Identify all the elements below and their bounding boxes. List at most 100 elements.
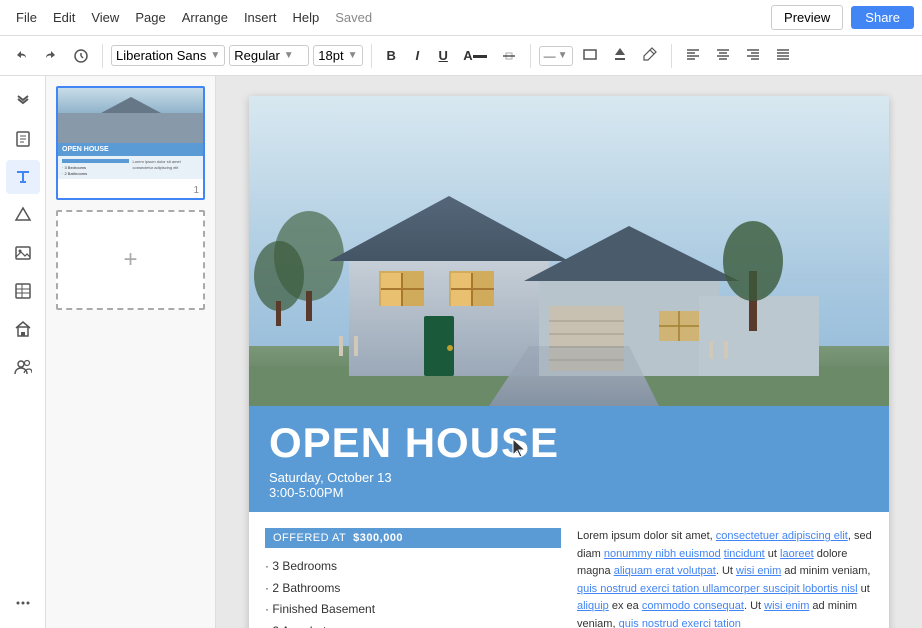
thumb-lower: · 3 Bedrooms· 2 Bathrooms Lorem ipsum do… bbox=[58, 156, 203, 179]
features-list: · 3 Bedrooms · 2 Bathrooms · Finished Ba… bbox=[265, 556, 561, 628]
italic-button[interactable]: I bbox=[406, 45, 428, 66]
expand-panel-button[interactable] bbox=[6, 84, 40, 118]
undo-button[interactable] bbox=[8, 45, 34, 67]
pen-button[interactable] bbox=[637, 44, 663, 67]
link-nonummy[interactable]: nonummy nibh euismod bbox=[604, 548, 721, 560]
font-family-select[interactable]: Liberation Sans ▼ bbox=[111, 45, 225, 66]
history-button[interactable] bbox=[68, 45, 94, 67]
align-center-button[interactable] bbox=[710, 43, 736, 68]
feature-4: · 2 Acre Lot bbox=[265, 621, 561, 628]
link-quis[interactable]: quis nostrud exerci tation ullamcorper s… bbox=[577, 583, 858, 595]
people-panel-button[interactable] bbox=[6, 350, 40, 384]
font-size-value: 18pt bbox=[318, 48, 343, 63]
lower-right: Lorem ipsum dolor sit amet, consectetuer… bbox=[577, 528, 873, 628]
link-aliquam[interactable]: aliquam erat volutpat bbox=[614, 565, 716, 577]
font-style-arrow: ▼ bbox=[284, 50, 294, 61]
font-style-value: Regular bbox=[234, 48, 280, 63]
link-tincidunt[interactable]: tincidunt bbox=[724, 548, 765, 560]
separator-1 bbox=[102, 44, 103, 68]
text-color-label: A bbox=[463, 48, 472, 63]
offered-bar: OFFERED AT $300,000 bbox=[265, 528, 561, 548]
menu-arrange[interactable]: Arrange bbox=[174, 6, 236, 29]
text-panel-button[interactable] bbox=[6, 160, 40, 194]
thumb-features: · 3 Bedrooms· 2 Bathrooms bbox=[62, 165, 129, 176]
line-style-arrow: ▼ bbox=[558, 50, 568, 61]
more-options-button[interactable] bbox=[6, 586, 40, 620]
align-right-button[interactable] bbox=[740, 43, 766, 68]
menu-insert[interactable]: Insert bbox=[236, 6, 285, 29]
thumb-desc: Lorem ipsum dolor sit amet consectetur a… bbox=[133, 159, 200, 170]
link-quis2[interactable]: quis nostrud exerci tation bbox=[619, 618, 741, 628]
shapes-panel-button[interactable] bbox=[6, 198, 40, 232]
menu-help[interactable]: Help bbox=[284, 6, 327, 29]
lower-content: OFFERED AT $300,000 · 3 Bedrooms · 2 Bat… bbox=[249, 512, 889, 628]
bold-button[interactable]: B bbox=[380, 45, 402, 66]
open-house-date-line1: Saturday, October 13 3:00-5:00PM bbox=[269, 470, 869, 500]
link-commodo[interactable]: commodo consequat bbox=[642, 600, 744, 612]
strikethrough-button[interactable] bbox=[496, 45, 522, 67]
align-right-icon bbox=[745, 46, 761, 62]
text-color-button[interactable]: A bbox=[458, 45, 491, 66]
shape-rect-button[interactable] bbox=[577, 44, 603, 67]
font-style-select[interactable]: Regular ▼ bbox=[229, 45, 309, 66]
thumb-title: OPEN HOUSE bbox=[62, 146, 199, 153]
history-icon bbox=[73, 48, 89, 64]
house-image-area bbox=[249, 96, 889, 406]
link-wisi2[interactable]: wisi enim bbox=[764, 600, 809, 612]
text-icon bbox=[14, 168, 32, 186]
offered-label: OFFERED AT bbox=[273, 532, 346, 544]
page-canvas: OPEN HOUSE Saturday, October 13 3:00-5:0… bbox=[249, 96, 889, 628]
share-button[interactable]: Share bbox=[851, 6, 914, 29]
link-wisi1[interactable]: wisi enim bbox=[736, 565, 781, 577]
saved-status: Saved bbox=[335, 10, 372, 25]
menu-bar: File Edit View Page Arrange Insert Help … bbox=[0, 0, 922, 36]
font-family-arrow: ▼ bbox=[210, 50, 220, 61]
rect-icon bbox=[582, 46, 598, 62]
thumb-house-body bbox=[58, 113, 203, 143]
fill-button[interactable] bbox=[607, 44, 633, 67]
undo-icon bbox=[13, 48, 29, 64]
fill-icon bbox=[612, 46, 628, 62]
house-svg bbox=[249, 96, 889, 406]
add-page-button[interactable]: + bbox=[56, 210, 205, 310]
people-icon bbox=[14, 358, 32, 376]
align-justify-button[interactable] bbox=[770, 43, 796, 68]
align-left-button[interactable] bbox=[680, 43, 706, 68]
link-laoreet[interactable]: laoreet bbox=[780, 548, 814, 560]
preview-button[interactable]: Preview bbox=[771, 5, 843, 30]
add-page-icon: + bbox=[123, 246, 137, 274]
menu-edit[interactable]: Edit bbox=[45, 6, 83, 29]
table-panel-button[interactable] bbox=[6, 274, 40, 308]
link-consectetuer[interactable]: consectetuer adipiscing elit bbox=[716, 530, 848, 542]
open-house-title: OPEN HOUSE bbox=[269, 422, 869, 464]
separator-3 bbox=[530, 44, 531, 68]
price-value: $300,000 bbox=[353, 532, 403, 544]
align-justify-icon bbox=[775, 46, 791, 62]
image-panel-button[interactable] bbox=[6, 236, 40, 270]
feature-2: · 2 Bathrooms bbox=[265, 578, 561, 600]
building-panel-button[interactable] bbox=[6, 312, 40, 346]
menu-file[interactable]: File bbox=[8, 6, 45, 29]
thumb-lower-right: Lorem ipsum dolor sit amet consectetur a… bbox=[133, 159, 200, 176]
canvas-area[interactable]: OPEN HOUSE Saturday, October 13 3:00-5:0… bbox=[216, 76, 922, 628]
menu-page[interactable]: Page bbox=[127, 6, 173, 29]
more-icon bbox=[14, 594, 32, 612]
page-1-thumb[interactable]: OPEN HOUSE · 3 Bedrooms· 2 Bathrooms Lor… bbox=[56, 86, 205, 200]
feature-3: · Finished Basement bbox=[265, 599, 561, 621]
pages-panel: OPEN HOUSE · 3 Bedrooms· 2 Bathrooms Lor… bbox=[46, 76, 216, 628]
align-center-icon bbox=[715, 46, 731, 62]
link-aliquip[interactable]: aliquip bbox=[577, 600, 609, 612]
text-color-bar bbox=[473, 55, 487, 58]
thumb-price-bar bbox=[62, 159, 129, 163]
thumb-house-area bbox=[58, 88, 203, 143]
page-icon bbox=[14, 130, 32, 148]
building-icon bbox=[14, 320, 32, 338]
redo-button[interactable] bbox=[38, 45, 64, 67]
menu-view[interactable]: View bbox=[83, 6, 127, 29]
pages-panel-button[interactable] bbox=[6, 122, 40, 156]
thumb-house-roof bbox=[101, 97, 161, 113]
line-style-value: — bbox=[544, 49, 556, 63]
line-style-selector[interactable]: — ▼ bbox=[539, 46, 573, 66]
font-size-select[interactable]: 18pt ▼ bbox=[313, 45, 363, 66]
underline-button[interactable]: U bbox=[432, 45, 454, 66]
